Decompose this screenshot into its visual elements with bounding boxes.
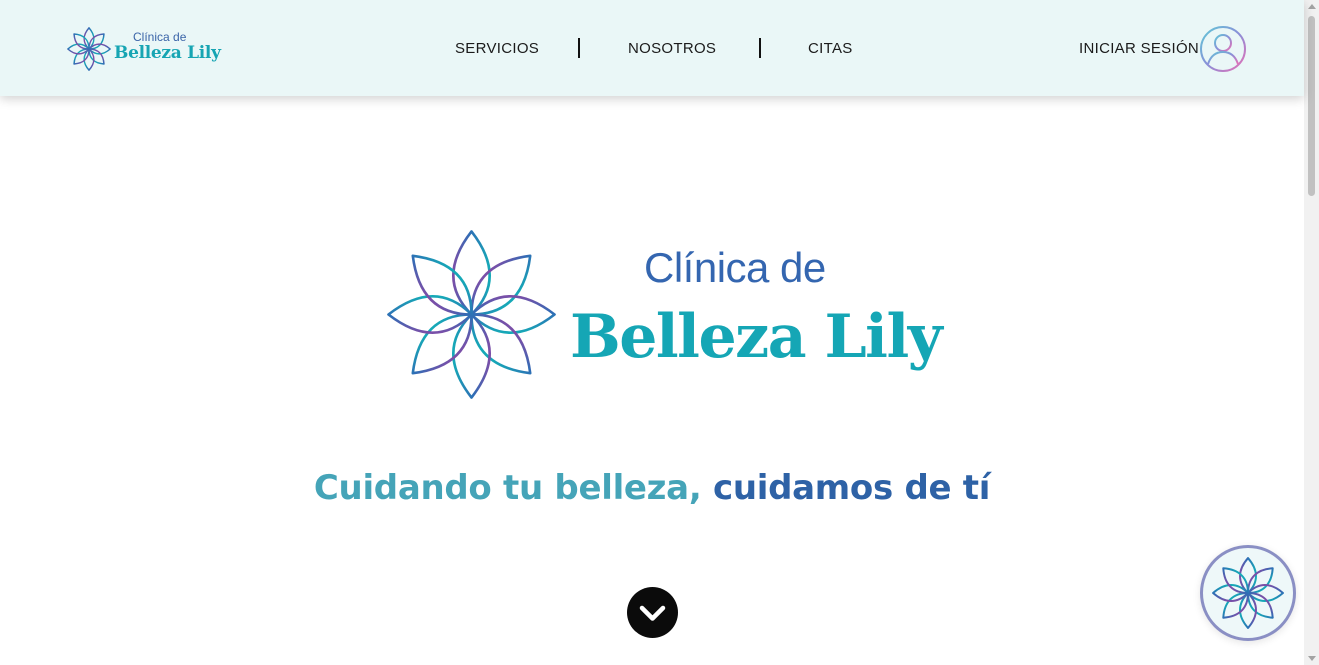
login-label: INICIAR SESIÓN xyxy=(1079,40,1200,57)
lotus-flower-icon xyxy=(387,230,556,399)
chevron-down-icon xyxy=(639,605,666,621)
lotus-chat-icon xyxy=(1212,557,1284,629)
nav-divider xyxy=(759,38,761,58)
nav-link-citas[interactable]: CITAS xyxy=(808,40,853,57)
chat-launcher-button[interactable] xyxy=(1200,545,1296,641)
scrollbar-thumb[interactable] xyxy=(1308,16,1315,196)
scroll-down-button[interactable] xyxy=(627,587,678,638)
tagline-part-1: Cuidando tu belleza, xyxy=(313,468,702,508)
nav-link-nosotros[interactable]: NOSOTROS xyxy=(628,40,716,57)
user-avatar-icon[interactable] xyxy=(1198,24,1248,74)
vertical-scrollbar[interactable] xyxy=(1304,0,1319,665)
scroll-up-arrow-icon[interactable] xyxy=(1308,4,1316,9)
nav-link-servicios[interactable]: SERVICIOS xyxy=(455,40,539,57)
hero-logo: Clínica de Belleza Lily xyxy=(385,228,943,403)
tagline-part-2: cuidamos de tí xyxy=(712,468,991,508)
hero-tagline: Cuidando tu belleza, cuidamos de tí xyxy=(0,468,1304,508)
site-header: Clínica de Belleza Lily SERVICIOS NOSOTR… xyxy=(0,0,1304,96)
hero-title-bottom: Belleza Lily xyxy=(570,302,943,372)
scroll-down-arrow-icon[interactable] xyxy=(1308,656,1316,661)
hero-title-top: Clínica de xyxy=(644,244,826,291)
nav-divider xyxy=(578,38,580,58)
page: Clínica de Belleza Lily SERVICIOS NOSOTR… xyxy=(0,0,1319,665)
login-button[interactable]: INICIAR SESIÓN xyxy=(1079,24,1249,74)
